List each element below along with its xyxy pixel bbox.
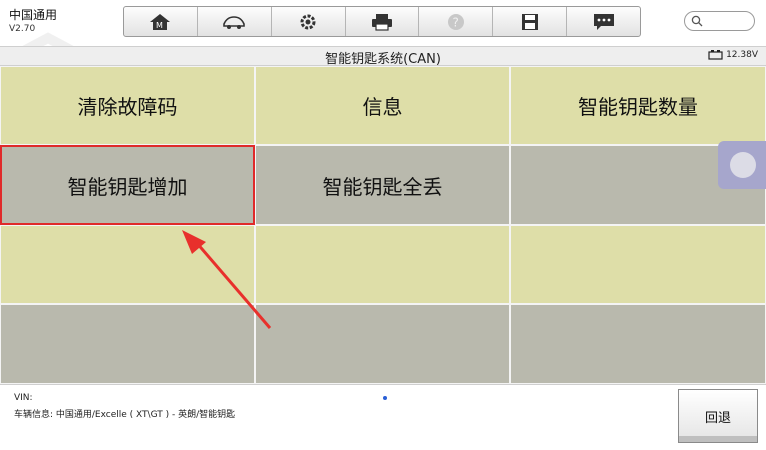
- menu-clear-dtc[interactable]: 清除故障码: [0, 66, 255, 145]
- message-icon: [593, 13, 614, 30]
- menu-grid: 清除故障码 信息 智能钥匙数量 智能钥匙增加 智能钥匙全丢: [0, 66, 766, 384]
- page-indicator: [383, 396, 387, 400]
- menu-empty-cell: [0, 304, 255, 384]
- menu-add-smart-key[interactable]: 智能钥匙增加: [0, 145, 255, 225]
- help-button[interactable]: ?: [419, 7, 494, 36]
- home-icon: M: [150, 13, 171, 30]
- battery-voltage: 12.38V: [726, 50, 758, 60]
- menu-empty-cell: [510, 225, 766, 304]
- save-icon: [521, 13, 538, 30]
- menu-empty-cell: [510, 304, 766, 384]
- floating-assist-button[interactable]: [718, 141, 766, 189]
- top-bar: 中国通用 V2.70 M ?: [0, 0, 766, 44]
- search-icon: [691, 15, 703, 27]
- menu-all-keys-lost[interactable]: 智能钥匙全丢: [255, 145, 510, 225]
- vin-label: VIN:: [14, 393, 33, 403]
- help-icon: ?: [447, 13, 464, 30]
- printer-icon: [372, 13, 392, 31]
- toolbar: M ?: [123, 6, 641, 37]
- battery-icon: [708, 50, 723, 60]
- title-bar: 智能钥匙系统(CAN) 12.38V: [0, 46, 766, 67]
- vehicle-info: 车辆信息: 中国通用/Excelle ( XT\GT ) - 英朗/智能钥匙: [14, 410, 236, 420]
- message-button[interactable]: [567, 7, 640, 36]
- footer: VIN: 车辆信息: 中国通用/Excelle ( XT\GT ) - 英朗/智…: [0, 384, 766, 450]
- battery-status: 12.38V: [708, 50, 758, 60]
- back-button-label: 回退: [704, 410, 731, 426]
- menu-empty-cell: [255, 304, 510, 384]
- system-title: 智能钥匙系统(CAN): [325, 52, 441, 67]
- menu-info[interactable]: 信息: [255, 66, 510, 145]
- menu-empty-cell: [0, 225, 255, 304]
- home-button[interactable]: M: [124, 7, 198, 36]
- app-version: V2.70: [9, 24, 36, 34]
- print-button[interactable]: [346, 7, 420, 36]
- menu-item-label: 信息: [362, 95, 403, 119]
- vehicle-button[interactable]: [198, 7, 272, 36]
- menu-empty-cell: [255, 225, 510, 304]
- menu-item-label: 清除故障码: [77, 95, 178, 119]
- back-button-bar: [679, 436, 757, 442]
- settings-button[interactable]: [272, 7, 346, 36]
- menu-item-label: 智能钥匙数量: [578, 95, 698, 119]
- back-button[interactable]: 回退: [678, 389, 758, 443]
- save-button[interactable]: [493, 7, 568, 36]
- gear-icon: [300, 14, 316, 29]
- menu-item-label: 智能钥匙全丢: [322, 174, 443, 199]
- svg-text:?: ?: [452, 15, 458, 29]
- menu-key-count[interactable]: 智能钥匙数量: [510, 66, 766, 145]
- svg-text:M: M: [156, 21, 163, 30]
- car-icon: [223, 15, 246, 29]
- app-title: 中国通用: [9, 8, 58, 22]
- assist-dot-icon: [730, 152, 756, 178]
- menu-item-label: 智能钥匙增加: [67, 174, 188, 199]
- search-input[interactable]: [684, 11, 755, 31]
